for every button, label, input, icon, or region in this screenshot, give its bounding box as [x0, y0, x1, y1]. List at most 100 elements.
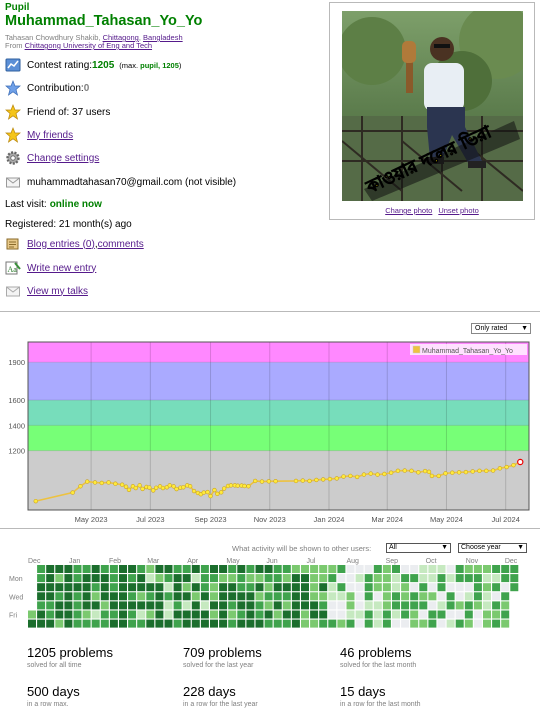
activity-cell: [173, 619, 182, 628]
activity-scope-select[interactable]: All ▼: [386, 543, 451, 553]
activity-cell: [164, 565, 173, 573]
rating-point: [443, 471, 448, 476]
activity-cell: [401, 574, 410, 583]
activity-cell: [146, 592, 155, 601]
x-tick-label: Nov 2023: [254, 515, 286, 524]
activity-cell: [255, 565, 264, 573]
activity-cell: [219, 574, 228, 583]
activity-cell: [100, 565, 109, 573]
activity-cell: [492, 610, 501, 619]
activity-cell: [191, 619, 200, 628]
activity-cell: [392, 565, 400, 573]
activity-cell: [155, 583, 164, 592]
activity-cell: [464, 592, 473, 601]
activity-cell: [237, 574, 246, 583]
activity-cell: [82, 610, 91, 619]
activity-cell: [492, 601, 501, 610]
activity-cell: [319, 610, 328, 619]
activity-cell: [310, 574, 319, 583]
activity-cell: [373, 574, 382, 583]
activity-cell: [119, 619, 127, 628]
avatar-box: কাওয়ার দলের ভিরা Change photo Unset phot…: [329, 2, 535, 220]
activity-cell: [492, 619, 501, 628]
activity-cell: [182, 610, 191, 619]
activity-cell: [291, 574, 300, 583]
rating-point: [221, 486, 227, 491]
activity-cell: [510, 565, 519, 573]
rating-point: [174, 486, 179, 492]
registered-text: Registered: 21 month(s) ago: [5, 218, 132, 230]
activity-cell: [319, 565, 328, 573]
last-visit-value: online now: [49, 198, 102, 210]
activity-cell: [146, 619, 155, 628]
activity-cell: [483, 601, 491, 610]
rating-point: [99, 480, 104, 486]
activity-cell: [228, 610, 237, 619]
activity-cell: [464, 583, 473, 592]
activity-cell: [264, 565, 273, 573]
activity-cell: [483, 574, 491, 583]
activity-cell: [291, 565, 300, 573]
activity-cell: [182, 583, 191, 592]
activity-year-select[interactable]: Choose year ▼: [458, 543, 527, 553]
activity-cell: [119, 601, 127, 610]
activity-cell: [501, 574, 510, 583]
activity-cell: [255, 619, 264, 628]
rating-point: [242, 483, 247, 489]
activity-cell: [255, 583, 264, 592]
change-settings-link[interactable]: Change settings: [27, 153, 99, 164]
activity-cell: [301, 574, 309, 583]
activity-cell: [437, 583, 446, 592]
activity-cell: [501, 610, 510, 619]
rating-point: [191, 488, 197, 494]
rating-point: [422, 468, 428, 474]
avatar-photo: কাওয়ার দলের ভিরা: [342, 11, 523, 201]
month-label: Jun: [266, 558, 277, 565]
activity-cell: [282, 610, 291, 619]
last-visit-label: Last visit:: [5, 198, 47, 210]
organization-link[interactable]: Chittagong University of Eng and Tech: [25, 41, 152, 50]
x-tick-label: Sep 2023: [194, 515, 226, 524]
x-tick-label: Mar 2024: [371, 515, 403, 524]
activity-cell: [291, 610, 300, 619]
rating-point: [504, 464, 509, 470]
write-new-entry-link[interactable]: Write new entry: [27, 263, 96, 274]
activity-cell: [291, 592, 300, 601]
blog-entries-link[interactable]: Blog entries (0): [27, 239, 95, 250]
comments-link[interactable]: comments: [98, 239, 144, 250]
activity-cell: [64, 610, 73, 619]
rating-point: [147, 485, 152, 490]
unset-photo-link[interactable]: Unset photo: [438, 206, 478, 215]
activity-cell: [373, 619, 382, 628]
y-tick-label: 1400: [8, 421, 25, 430]
user-handle[interactable]: Muhammad_Tahasan_Yo_Yo: [5, 13, 202, 29]
rating-point: [215, 491, 220, 497]
divider-top: [0, 311, 540, 312]
stat-value: 1205 problems: [27, 645, 113, 660]
activity-cell: [464, 574, 473, 583]
activity-cell: [328, 601, 337, 610]
activity-cell: [55, 610, 64, 619]
activity-cell: [455, 601, 464, 610]
my-friends-link[interactable]: My friends: [27, 130, 73, 141]
activity-cell: [501, 592, 510, 601]
rating-filter-select[interactable]: Only rated ▼: [471, 323, 531, 334]
activity-cell: [492, 583, 501, 592]
rating-point: [314, 477, 319, 483]
activity-year-value: Choose year: [461, 544, 501, 551]
view-my-talks-link[interactable]: View my talks: [27, 286, 88, 297]
activity-cell: [373, 565, 382, 573]
activity-cell: [319, 619, 328, 628]
change-photo-link[interactable]: Change photo: [385, 206, 432, 215]
rating-point: [341, 474, 346, 479]
activity-cell: [337, 601, 346, 610]
activity-cell: [410, 574, 419, 583]
activity-cell: [473, 583, 482, 592]
activity-cell: [428, 574, 437, 583]
rating-point: [402, 468, 407, 473]
rating-point: [259, 479, 265, 484]
activity-cell: [100, 610, 109, 619]
activity-cell: [310, 610, 319, 619]
activity-cell: [382, 574, 391, 583]
activity-cell: [164, 601, 173, 610]
